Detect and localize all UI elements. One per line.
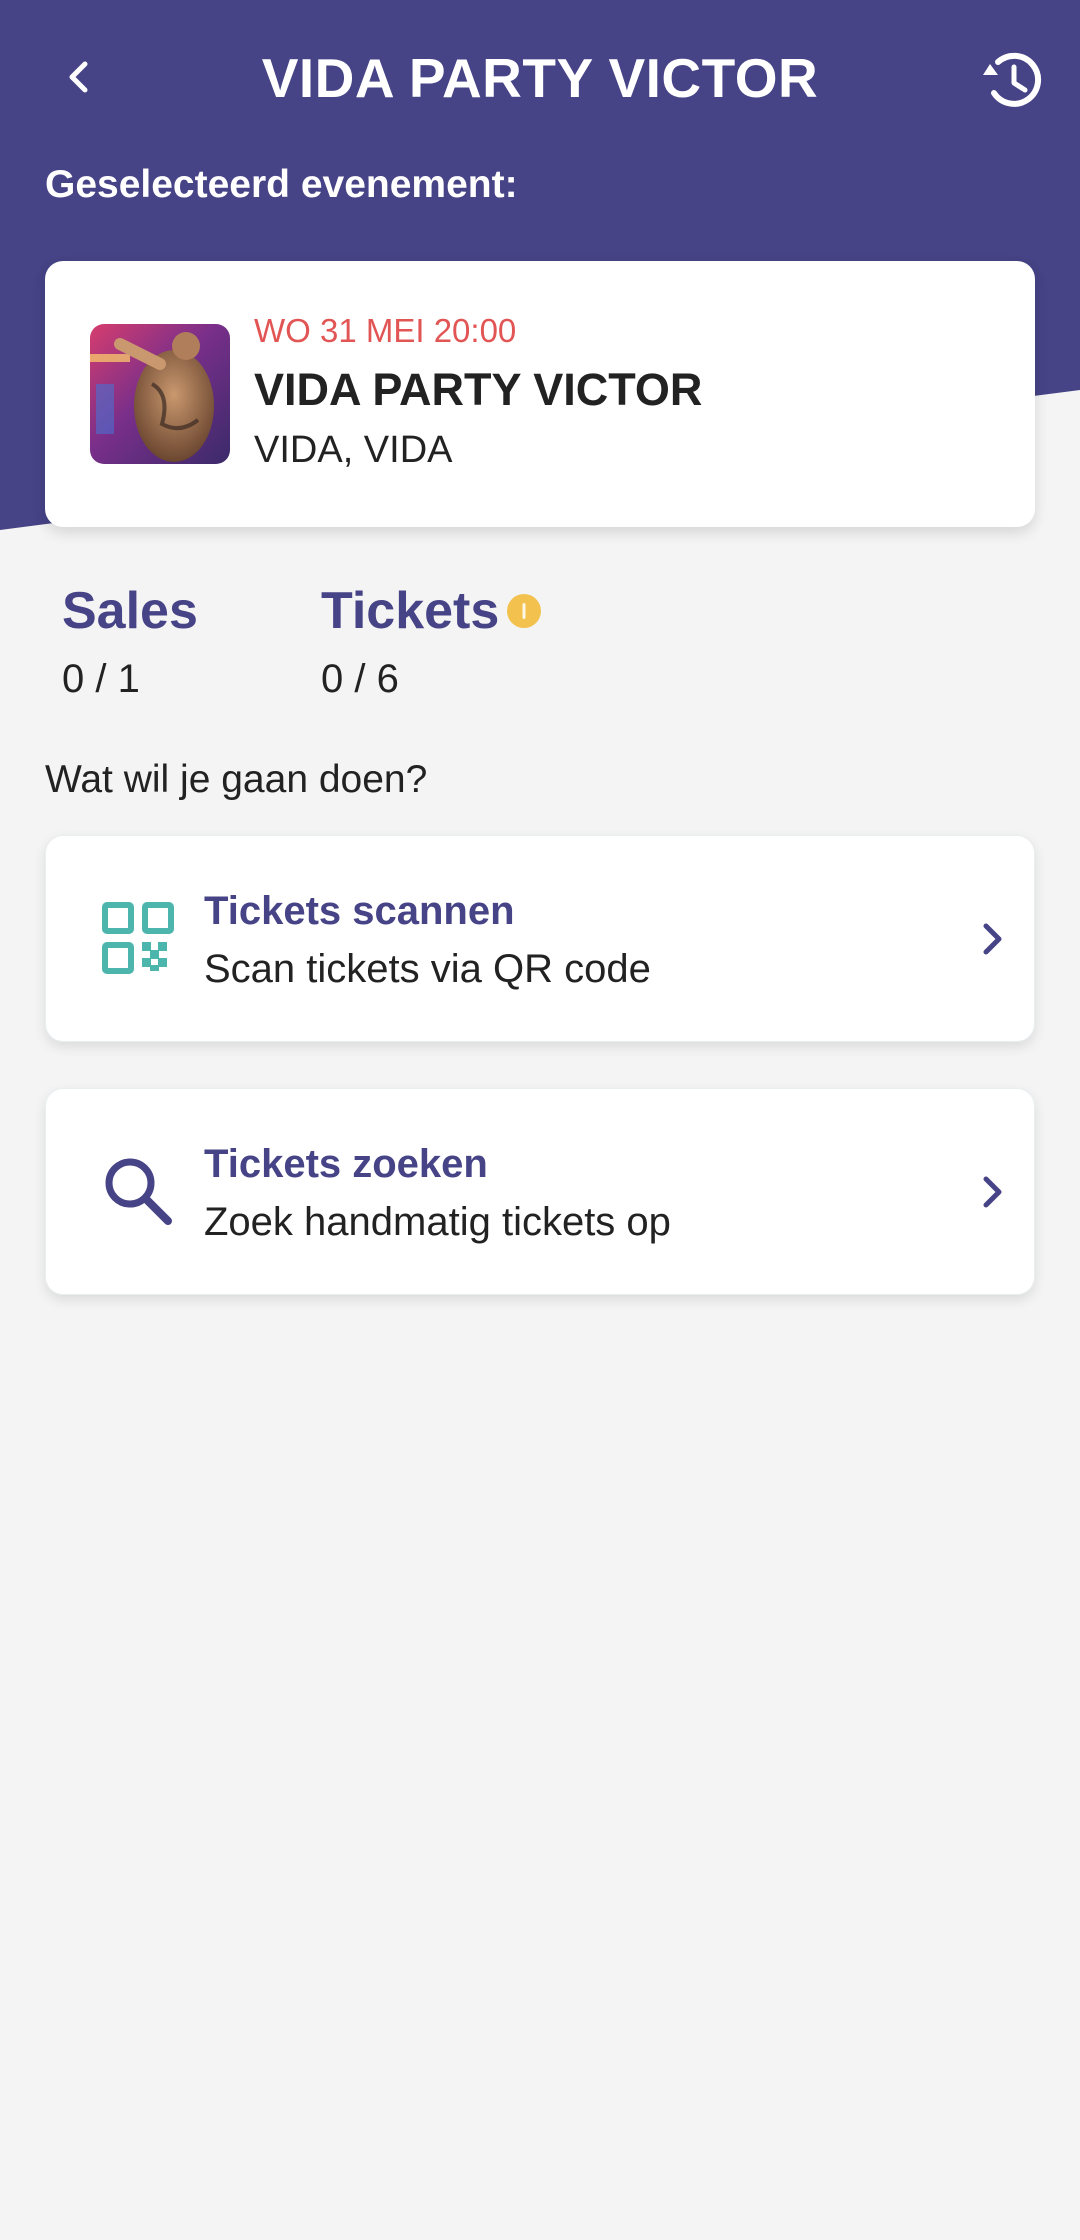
tickets-stat: Tickets 0 / 6 [321,575,542,709]
scan-tickets-card[interactable]: Tickets scannen Scan tickets via QR code [45,835,1035,1042]
info-icon[interactable] [507,594,542,628]
search-tickets-title: Tickets zoeken [204,1142,488,1186]
top-bar: VIDA PARTY VICTOR [0,0,1080,155]
back-button[interactable] [48,46,110,108]
search-tickets-card[interactable]: Tickets zoeken Zoek handmatig tickets op [45,1088,1035,1295]
sales-label-text: Sales [62,582,198,640]
event-venue: VIDA, VIDA [254,429,453,471]
event-thumbnail [90,324,230,464]
scan-tickets-subtitle: Scan tickets via QR code [204,947,651,991]
sales-stat: Sales 0 / 1 [62,575,198,709]
page-title: VIDA PARTY VICTOR [261,47,819,109]
question-text: Wat wil je gaan doen? [45,758,428,801]
sales-value: 0 / 1 [62,657,140,701]
page: VIDA PARTY VICTOR Geselecteerd evenement… [0,0,1080,2240]
chevron-left-icon [69,61,88,93]
event-date: WO 31 MEI 20:00 [254,312,517,349]
selected-event-label: Geselecteerd evenement: [45,163,518,206]
tickets-value: 0 / 6 [321,657,399,701]
tickets-label-text: Tickets [321,582,500,640]
event-card[interactable]: WO 31 MEI 20:00 VIDA PARTY VICTOR VIDA, … [45,261,1035,527]
scan-tickets-title: Tickets scannen [204,889,515,933]
history-icon [983,52,1042,107]
tickets-label: Tickets [321,575,542,647]
qr-code-icon [96,896,180,980]
chevron-right-icon [970,1165,1014,1219]
search-tickets-subtitle: Zoek handmatig tickets op [204,1200,671,1244]
event-name: VIDA PARTY VICTOR [254,364,703,415]
search-icon [96,1149,180,1233]
history-button[interactable] [976,44,1050,118]
sales-label: Sales [62,575,198,647]
chevron-right-icon [970,912,1014,966]
